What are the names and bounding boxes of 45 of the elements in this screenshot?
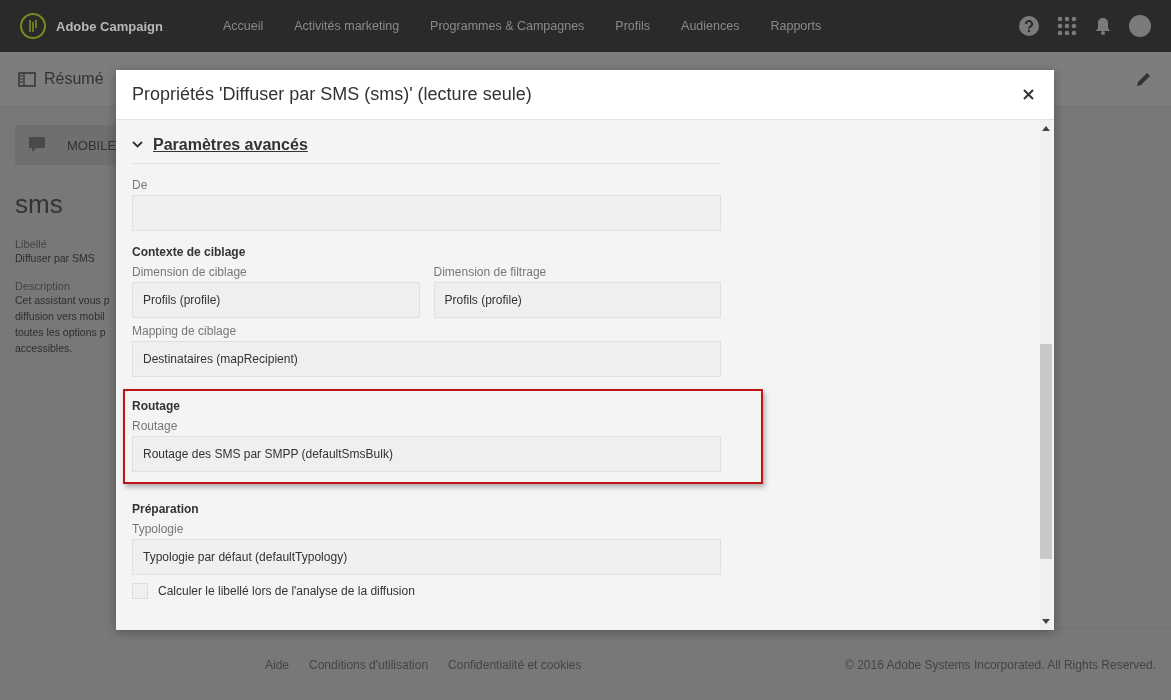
nav-link[interactable]: Profils	[615, 19, 651, 33]
section-header[interactable]: Paramètres avancés	[132, 126, 721, 164]
sms-bubble-icon	[27, 136, 47, 154]
chevron-icon	[132, 141, 143, 148]
scrollbar[interactable]	[1040, 120, 1052, 630]
field-label: Routage	[132, 419, 179, 433]
app-name: Adobe Campaign	[56, 18, 163, 34]
nav-link[interactable]: Programmes & Campagnes	[430, 19, 585, 33]
delivery-name: sms	[15, 189, 63, 220]
help-icon[interactable]	[1019, 16, 1039, 36]
field-label: De	[132, 178, 149, 192]
field-value: Diffuser par SMS	[15, 251, 95, 266]
avatar-icon[interactable]	[1129, 15, 1151, 37]
field-label: Dimension de filtrage	[433, 265, 548, 279]
nav-link[interactable]: Accueil	[222, 19, 264, 33]
readonly-field[interactable]: Routage des SMS par SMPP (defaultSmsBulk)	[132, 436, 721, 472]
scroll-up-icon[interactable]	[1042, 126, 1050, 131]
group-heading: Contexte de ciblage	[132, 245, 247, 259]
checkbox-label: Calculer le libellé lors de l'analyse de la diffusion	[158, 584, 415, 598]
description-line: toutes les options p	[15, 325, 106, 340]
logo-icon	[20, 13, 46, 39]
nav-link[interactable]: Audiences	[681, 19, 740, 33]
dialog-title: Propriétés 'Diffuser par SMS (sms)' (lecture seule)	[132, 84, 532, 105]
card-label: MOBILE	[67, 137, 117, 153]
description-line: accessibles.	[15, 341, 73, 356]
field-label: Dimension de ciblage	[132, 265, 248, 279]
panel-icon	[18, 71, 36, 87]
field-label: Typologie	[132, 522, 185, 536]
readonly-field[interactable]: Profils (profile)	[132, 282, 420, 318]
group-heading: Préparation	[132, 502, 200, 516]
scroll-down-icon[interactable]	[1042, 619, 1050, 624]
page-title: Résumé	[44, 70, 104, 88]
description-line: Cet assistant vous p	[15, 293, 110, 308]
readonly-field[interactable]: Destinataires (mapRecipient)	[132, 341, 721, 377]
nav-link[interactable]: Rapports	[770, 19, 822, 33]
description-line: diffusion vers mobil	[15, 309, 105, 324]
close-icon	[1023, 89, 1034, 100]
field-label: Mapping de ciblage	[132, 324, 238, 338]
apps-grid-icon[interactable]	[1057, 16, 1077, 36]
pencil-icon[interactable]	[1135, 70, 1153, 88]
nav-link[interactable]: Activités marketing	[294, 19, 400, 33]
group-heading: Routage	[132, 399, 181, 413]
readonly-field[interactable]: Typologie par défaut (defaultTypology)	[132, 539, 721, 575]
readonly-field[interactable]: Profils (profile)	[433, 282, 721, 318]
bell-icon[interactable]	[1095, 17, 1111, 35]
